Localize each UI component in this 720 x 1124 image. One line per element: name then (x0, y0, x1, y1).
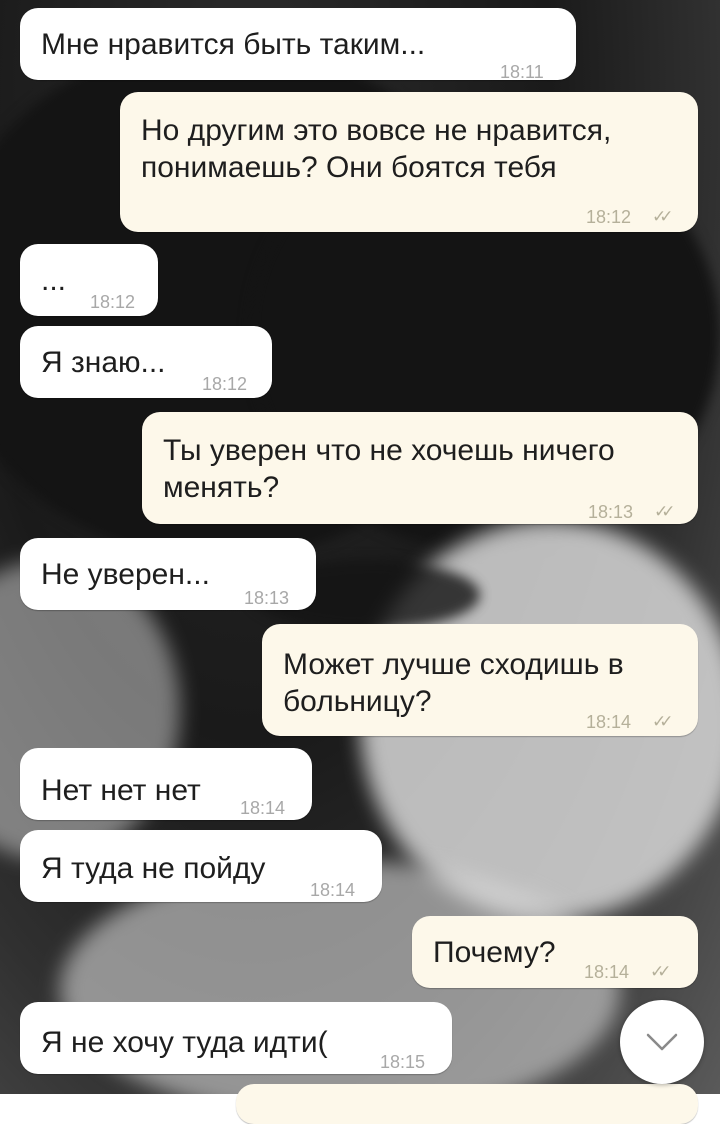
chevron-down-icon (646, 1033, 678, 1051)
message-time: 18:14 (586, 712, 632, 732)
message-text-line: Но другим это вовсе не нравится, (141, 114, 612, 147)
message-text: ... (41, 264, 67, 297)
message-time: 18:13 (244, 588, 290, 608)
message-text-line: больницу? (283, 685, 432, 718)
message-text: Я не хочу туда идти( (41, 1026, 328, 1059)
message-text: Не уверен... (41, 558, 210, 591)
double-check-icon: ✓✓ (652, 712, 673, 731)
message-incoming[interactable]: ... 18:12 (20, 244, 158, 316)
scroll-to-bottom-button[interactable] (620, 1000, 704, 1084)
message-text-line: Почему? (433, 936, 556, 969)
message-time: 18:14 (310, 880, 356, 900)
message-incoming[interactable]: Я туда не пойду 18:14 (20, 830, 382, 902)
message-time: 18:12 (586, 207, 632, 227)
message-text: Я туда не пойду (41, 852, 266, 885)
message-time: 18:14 (240, 798, 286, 818)
message-incoming[interactable]: Мне нравится быть таким... 18:11 (20, 8, 576, 82)
message-text-line: Ты уверен что не хочешь ничего (163, 434, 615, 467)
message-incoming[interactable]: Нет нет нет 18:14 (20, 748, 312, 820)
message-outgoing[interactable]: Ты уверен что не хочешь ничего менять? 1… (142, 412, 698, 524)
message-outgoing-partial[interactable] (236, 1084, 698, 1124)
message-text-line: понимаешь? Они боятся тебя (141, 151, 557, 184)
message-text: Я знаю... (41, 346, 166, 379)
message-incoming[interactable]: Не уверен... 18:13 (20, 538, 316, 610)
message-time: 18:14 (584, 962, 630, 982)
message-time: 18:15 (380, 1052, 426, 1072)
message-time: 18:12 (202, 374, 248, 394)
message-outgoing[interactable]: Почему? 18:14 ✓✓ (412, 916, 698, 988)
message-outgoing[interactable]: Может лучше сходишь в больницу? 18:14 ✓✓ (262, 624, 698, 736)
message-text-line: менять? (163, 471, 280, 504)
double-check-icon: ✓✓ (654, 502, 675, 521)
message-text: Мне нравится быть таким... (41, 28, 426, 61)
double-check-icon: ✓✓ (652, 207, 673, 226)
message-text-line: Может лучше сходишь в (283, 648, 624, 681)
message-outgoing[interactable]: Но другим это вовсе не нравится, понимае… (120, 92, 698, 232)
message-list[interactable]: Мне нравится быть таким... 18:11 Но друг… (0, 0, 720, 1124)
message-time: 18:13 (588, 502, 634, 522)
message-time: 18:12 (90, 292, 136, 312)
double-check-icon: ✓✓ (650, 962, 671, 981)
message-incoming[interactable]: Я не хочу туда идти( 18:15 (20, 1002, 452, 1074)
message-text: Нет нет нет (41, 774, 201, 807)
message-time: 18:11 (500, 62, 544, 82)
message-incoming[interactable]: Я знаю... 18:12 (20, 326, 272, 398)
